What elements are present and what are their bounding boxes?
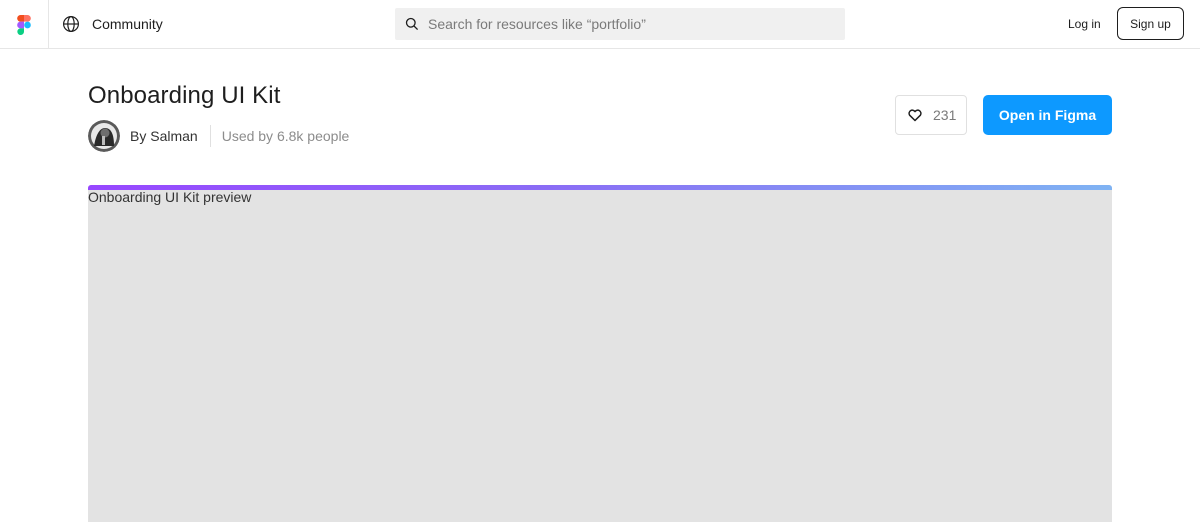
like-count: 231 xyxy=(933,107,957,123)
resource-title: Onboarding UI Kit xyxy=(88,82,281,109)
usage-count: Used by 6.8k people xyxy=(221,128,350,144)
preview-image[interactable]: Onboarding UI Kit preview xyxy=(88,185,1112,522)
like-button[interactable]: 231 xyxy=(895,95,967,135)
heart-icon xyxy=(908,109,922,122)
preview-alt-text: Onboarding UI Kit preview xyxy=(88,189,251,205)
login-link[interactable]: Log in xyxy=(1058,15,1111,33)
avatar-image[interactable] xyxy=(88,120,120,152)
search-bar[interactable] xyxy=(395,8,845,40)
top-navigation: Community Log in Sign up xyxy=(0,0,1200,49)
logo-divider xyxy=(48,0,49,48)
community-label: Community xyxy=(92,16,163,32)
resource-meta: By Salman Used by 6.8k people xyxy=(88,120,349,152)
search-icon xyxy=(405,17,419,31)
signup-button[interactable]: Sign up xyxy=(1117,7,1184,40)
meta-divider xyxy=(209,125,211,147)
author-link[interactable]: By Salman xyxy=(130,128,198,144)
community-link[interactable]: Community xyxy=(62,14,163,34)
preview-alt-label: Onboarding UI Kit preview xyxy=(88,189,252,205)
search-input[interactable] xyxy=(428,8,828,40)
globe-icon xyxy=(62,15,80,33)
open-in-figma-button[interactable]: Open in Figma xyxy=(983,95,1112,135)
figma-logo-icon[interactable] xyxy=(17,15,31,35)
